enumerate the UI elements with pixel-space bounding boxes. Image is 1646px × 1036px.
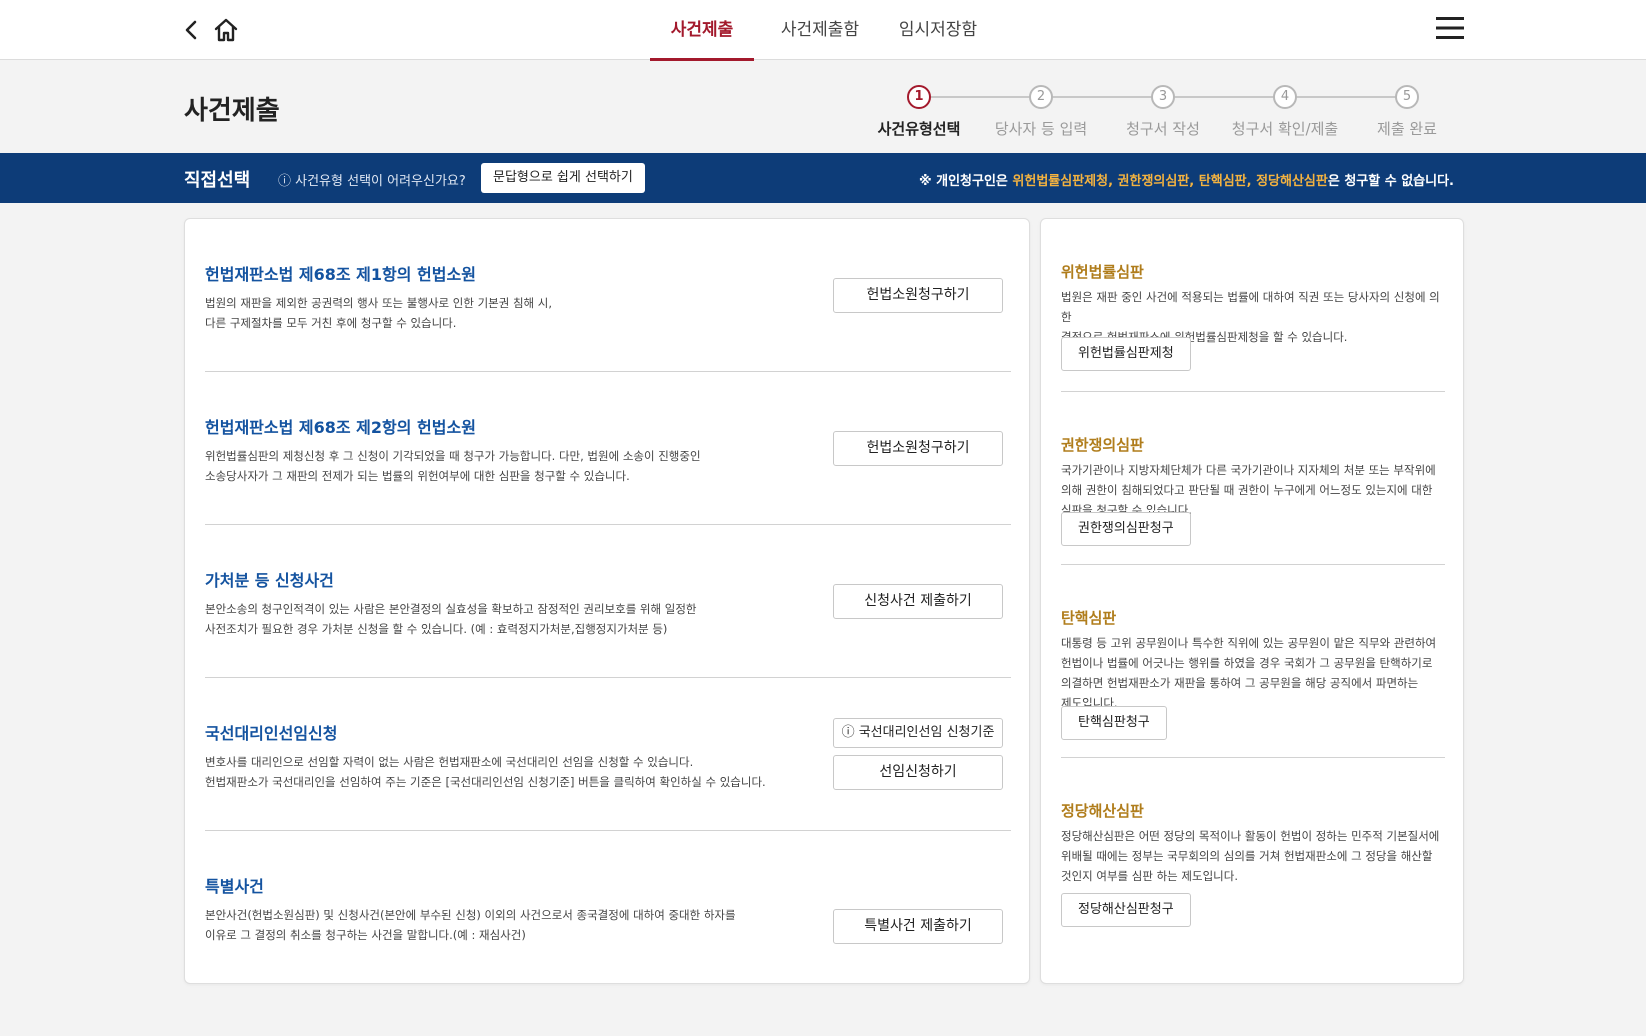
step-4-label: 청구서 확인/제출 bbox=[1231, 120, 1339, 138]
case-section-public-counsel: 국선대리인선임신청 변호사를 대리인으로 선임할 자력이 없는 사람은 헌법재판… bbox=[205, 678, 1011, 831]
desc-line: 정당해산심판은 어떤 정당의 목적이나 활동이 헌법이 정하는 민주적 기본질서… bbox=[1061, 829, 1440, 843]
step-2-label: 당사자 등 입력 bbox=[994, 120, 1088, 138]
desc-line: 위배될 때에는 정부는 국무회의의 심의를 거쳐 헌법재판소에 그 정당을 해산… bbox=[1061, 849, 1433, 863]
step-5-label: 제출 완료 bbox=[1377, 120, 1437, 138]
case-title: 탄핵심판 bbox=[1061, 609, 1117, 627]
counsel-criteria-button[interactable]: ⓘ 국선대리인선임 신청기준 bbox=[833, 718, 1003, 748]
hamburger-menu-icon[interactable] bbox=[1436, 16, 1464, 40]
party-dissolution-button[interactable]: 정당해산심판청구 bbox=[1061, 893, 1191, 927]
case-title: 헌법재판소법 제68조 제2항의 헌법소원 bbox=[205, 418, 476, 437]
step-1-indicator: 1 bbox=[907, 85, 931, 109]
case-section-68-2: 헌법재판소법 제68조 제2항의 헌법소원 위헌법률심판의 제청신청 후 그 신… bbox=[205, 372, 1011, 525]
case-section-party-dissolution: 정당해산심판 정당해산심판은 어떤 정당의 목적이나 활동이 헌법이 정하는 민… bbox=[1061, 758, 1445, 931]
special-case-submit-button[interactable]: 특별사건 제출하기 bbox=[833, 909, 1003, 944]
desc-line: 법원의 재판을 제외한 공권력의 행사 또는 불행사로 인한 기본권 침해 시, bbox=[205, 296, 553, 310]
direct-select-title: 직접선택 bbox=[184, 170, 251, 191]
notice-prefix: ※ 개인청구인은 bbox=[918, 174, 1013, 189]
case-title: 국선대리인선임신청 bbox=[205, 724, 338, 743]
desc-line: 소송당사자가 그 재판의 전제가 되는 법률의 위헌여부에 대한 심판을 청구할… bbox=[205, 469, 630, 483]
step-3-indicator: 3 bbox=[1151, 85, 1175, 109]
selection-bar: 직접선택 ⓘ 사건유형 선택이 어려우신가요? 문답형으로 쉽게 선택하기 ※ … bbox=[0, 153, 1646, 203]
case-section-impeachment: 탄핵심판 대통령 등 고위 공무원이나 특수한 직위에 있는 공무원이 맡은 직… bbox=[1061, 565, 1445, 758]
desc-line: 본안소송의 청구인적격이 있는 사람은 본안결정의 실효성을 확보하고 잠정적인… bbox=[205, 602, 697, 616]
desc-line: 법원은 재판 중인 사건에 적용되는 법률에 대하여 직권 또는 당사자의 신청… bbox=[1061, 290, 1440, 324]
case-title: 특별사건 bbox=[205, 877, 264, 896]
case-description: 대통령 등 고위 공무원이나 특수한 직위에 있는 공무원이 맡은 직무와 관련… bbox=[1061, 633, 1445, 713]
desc-line: 국가기관이나 지방자체단체가 다른 국가기관이나 지자체의 처분 또는 부작위에 bbox=[1061, 463, 1436, 477]
step-2-indicator: 2 bbox=[1029, 85, 1053, 109]
case-title: 가처분 등 신청사건 bbox=[205, 571, 334, 590]
case-title: 권한쟁의심판 bbox=[1061, 436, 1144, 454]
case-section-injunction: 가처분 등 신청사건 본안소송의 청구인적격이 있는 사람은 본안결정의 실효성… bbox=[205, 525, 1011, 678]
page-title: 사건제출 bbox=[184, 96, 280, 126]
step-5-indicator: 5 bbox=[1395, 85, 1419, 109]
desc-line: 의해 권한이 침해되었다고 판단될 때 권한이 누구에게 어느정도 있는지에 대… bbox=[1061, 483, 1433, 497]
case-section-competence-dispute: 권한쟁의심판 국가기관이나 지방자체단체가 다른 국가기관이나 지자체의 처분 … bbox=[1061, 392, 1445, 565]
case-description: 변호사를 대리인으로 선임할 자력이 없는 사람은 헌법재판소에 국선대리인 선… bbox=[205, 752, 825, 792]
competence-dispute-button[interactable]: 권한쟁의심판청구 bbox=[1061, 512, 1191, 546]
desc-line: 것인지 여부를 심판 하는 제도입니다. bbox=[1061, 869, 1238, 883]
case-description: 국가기관이나 지방자체단체가 다른 국가기관이나 지자체의 처분 또는 부작위에… bbox=[1061, 460, 1445, 520]
case-description: 본안소송의 청구인적격이 있는 사람은 본안결정의 실효성을 확보하고 잠정적인… bbox=[205, 599, 805, 639]
desc-line: 헌법재판소가 국선대리인을 선임하여 주는 기준은 [국선대리인선임 신청기준]… bbox=[205, 775, 766, 789]
case-title: 헌법재판소법 제68조 제1항의 헌법소원 bbox=[205, 265, 476, 284]
constitutional-complaint-2-button[interactable]: 헌법소원청구하기 bbox=[833, 431, 1003, 466]
case-section-68-1: 헌법재판소법 제68조 제1항의 헌법소원 법원의 재판을 제외한 공권력의 행… bbox=[205, 219, 1011, 372]
notice-highlight: 위헌법률심판제청, 권한쟁의심판, 탄핵심판, 정당해산심판 bbox=[1012, 174, 1328, 189]
desc-line: 다른 구제절차를 모두 거친 후에 청구할 수 있습니다. bbox=[205, 316, 457, 330]
desc-line: 변호사를 대리인으로 선임할 자력이 없는 사람은 헌법재판소에 국선대리인 선… bbox=[205, 755, 694, 769]
top-navigation: 사건제출 사건제출함 임시저장함 bbox=[0, 0, 1646, 61]
desc-line: 대통령 등 고위 공무원이나 특수한 직위에 있는 공무원이 맡은 직무와 관련… bbox=[1061, 636, 1437, 650]
tab-draft-box[interactable]: 임시저장함 bbox=[888, 0, 988, 60]
step-4-indicator: 4 bbox=[1273, 85, 1297, 109]
back-arrow-icon[interactable] bbox=[180, 18, 204, 42]
tab-submission-box[interactable]: 사건제출함 bbox=[768, 0, 872, 60]
tab-case-submit[interactable]: 사건제출 bbox=[650, 0, 754, 61]
individual-notice: ※ 개인청구인은 위헌법률심판제청, 권한쟁의심판, 탄핵심판, 정당해산심판은… bbox=[919, 170, 1454, 189]
case-description: 위헌법률심판의 제청신청 후 그 신청이 기각되었을 때 청구가 가능합니다. … bbox=[205, 446, 805, 486]
case-description: 법원의 재판을 제외한 공권력의 행사 또는 불행사로 인한 기본권 침해 시,… bbox=[205, 293, 805, 333]
case-section-unconstitutionality: 위헌법률심판 법원은 재판 중인 사건에 적용되는 법률에 대하여 직권 또는 … bbox=[1061, 219, 1445, 392]
help-text: ⓘ 사건유형 선택이 어려우신가요? bbox=[278, 174, 466, 189]
case-title: 위헌법률심판 bbox=[1061, 263, 1144, 281]
desc-line: 위헌법률심판의 제청신청 후 그 신청이 기각되었을 때 청구가 가능합니다. … bbox=[205, 449, 701, 463]
qa-select-button[interactable]: 문답형으로 쉽게 선택하기 bbox=[481, 163, 645, 193]
application-submit-button[interactable]: 신청사건 제출하기 bbox=[833, 584, 1003, 619]
step-1-label: 사건유형선택 bbox=[877, 120, 961, 138]
main-case-card: 헌법재판소법 제68조 제1항의 헌법소원 법원의 재판을 제외한 공권력의 행… bbox=[184, 218, 1030, 984]
home-icon[interactable] bbox=[212, 16, 240, 44]
counsel-apply-button[interactable]: 선임신청하기 bbox=[833, 755, 1003, 790]
unconstitutionality-request-button[interactable]: 위헌법률심판제청 bbox=[1061, 337, 1191, 371]
constitutional-complaint-1-button[interactable]: 헌법소원청구하기 bbox=[833, 278, 1003, 313]
desc-line: 본안사건(헌법소원심판) 및 신청사건(본안에 부수된 신청) 이외의 사건으로… bbox=[205, 908, 736, 922]
case-title: 정당해산심판 bbox=[1061, 802, 1144, 820]
case-section-special: 특별사건 본안사건(헌법소원심판) 및 신청사건(본안에 부수된 신청) 이외의… bbox=[205, 831, 1011, 984]
restricted-case-card: 위헌법률심판 법원은 재판 중인 사건에 적용되는 법률에 대하여 직권 또는 … bbox=[1040, 218, 1464, 984]
step-3-label: 청구서 작성 bbox=[1126, 120, 1200, 138]
desc-line: 이유로 그 결정의 취소를 청구하는 사건을 말합니다.(예 : 재심사건) bbox=[205, 928, 526, 942]
desc-line: 의결하면 헌법재판소가 재판을 통하여 그 공무원을 해당 공직에서 파면하는 bbox=[1061, 676, 1419, 690]
notice-suffix: 은 청구할 수 없습니다. bbox=[1327, 174, 1454, 189]
case-description: 본안사건(헌법소원심판) 및 신청사건(본안에 부수된 신청) 이외의 사건으로… bbox=[205, 905, 805, 945]
impeachment-request-button[interactable]: 탄핵심판청구 bbox=[1061, 706, 1167, 740]
case-description: 정당해산심판은 어떤 정당의 목적이나 활동이 헌법이 정하는 민주적 기본질서… bbox=[1061, 826, 1445, 886]
desc-line: 사전조치가 필요한 경우 가처분 신청을 할 수 있습니다. (예 : 효력정지… bbox=[205, 622, 668, 636]
desc-line: 헌법이나 법률에 어긋나는 행위를 하였을 경우 국회가 그 공무원을 탄핵하기… bbox=[1061, 656, 1433, 670]
